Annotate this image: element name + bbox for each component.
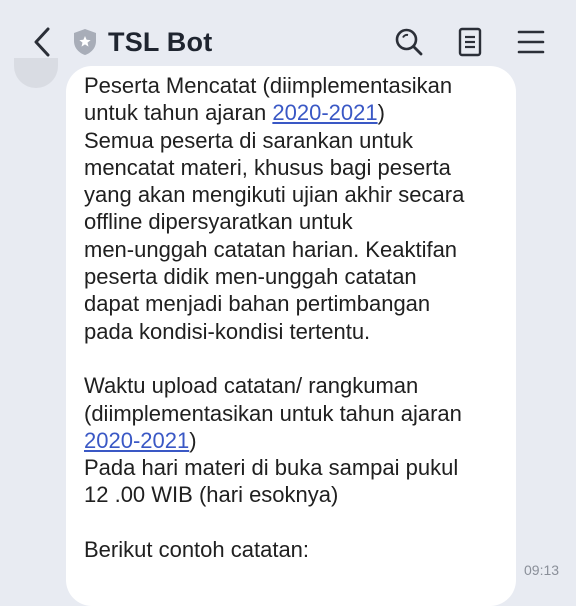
message-line: Waktu upload catatan/ rangkuman [84,373,419,399]
message-line: peserta didik men-unggah catatan [84,264,417,290]
message-line: Pada hari materi di buka sampai pukul [84,455,459,481]
message-line: offline dipersyaratkan untuk [84,209,353,235]
back-button[interactable] [22,22,62,62]
shield-icon [74,29,96,55]
notes-icon [458,27,482,57]
message-line: dapat menjadi bahan pertimbangan [84,291,431,317]
message-line: 2020-2021) [84,427,514,454]
message-line: Semua peserta di sarankan untuk [84,127,413,153]
year-link[interactable]: 2020-2021 [272,100,377,125]
message-line: mencatat materi, khusus bagi peserta [84,154,451,180]
message-bubble[interactable]: Peserta Mencatat (diimplementasikan untu… [66,66,516,606]
message-line: Peserta Mencatat (diimplementasikan [84,73,453,98]
message-line-text: ) [377,100,385,126]
notes-button[interactable] [450,22,490,62]
message-timestamp: 09:13 [524,562,560,578]
message-line: Berikut contoh catatan: [84,537,310,563]
year-link[interactable]: 2020-2021 [84,428,189,453]
message-line-text: untuk tahun ajaran [84,100,273,126]
chat-title: TSL Bot [108,27,213,57]
search-icon [395,28,423,56]
message-line: men-unggah catatan harian. Keaktifan [84,236,458,262]
chevron-left-icon [34,27,50,57]
message-line: pada kondisi-kondisi tertentu. [84,318,371,344]
message-text: Peserta Mencatat (diimplementasikan untu… [84,72,514,563]
menu-button[interactable] [511,22,551,62]
search-button[interactable] [389,22,429,62]
message-line: yang akan mengikuti ujian akhir secara [84,182,465,208]
message-line: untuk tahun ajaran 2020-2021) [84,99,514,126]
message-line: (diimplementasikan untuk tahun ajaran [84,400,462,426]
hamburger-menu-icon [517,30,545,54]
message-line: 12 .00 WIB (hari esoknya) [84,482,339,508]
message-line-text: ) [189,427,197,453]
